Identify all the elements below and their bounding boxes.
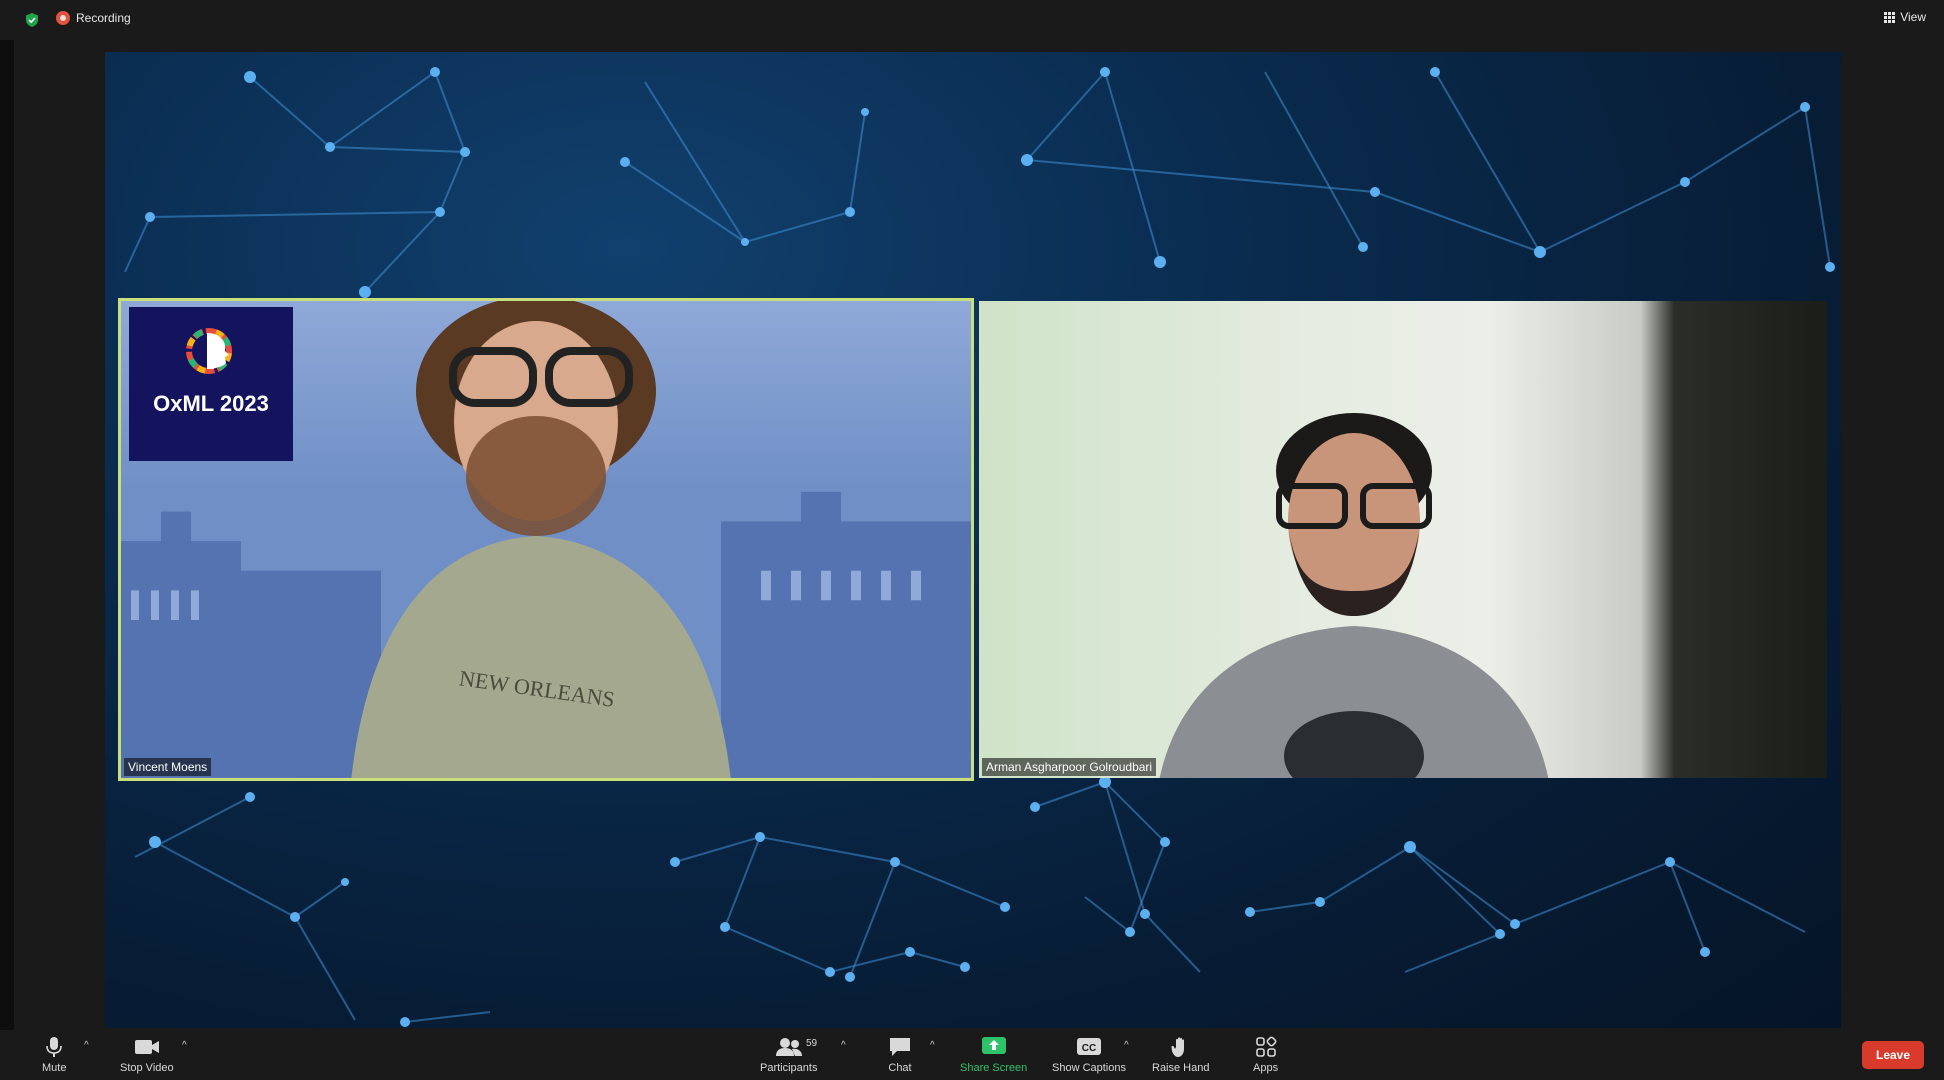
oxml-logo-overlay: OxML 2023 xyxy=(129,307,293,461)
apps-label: Apps xyxy=(1253,1062,1279,1074)
meeting-controls-toolbar: Mute ^ Stop Video ^ Participants 59 ^ Ch… xyxy=(0,1030,1944,1080)
participants-icon xyxy=(775,1038,802,1056)
view-label: View xyxy=(1900,10,1926,24)
video-camera-icon xyxy=(134,1040,159,1054)
raise-hand-button[interactable]: Raise Hand xyxy=(1152,1036,1209,1074)
shield-check-icon[interactable] xyxy=(24,12,40,28)
grid-view-icon xyxy=(1884,11,1896,23)
chat-button[interactable]: Chat xyxy=(888,1036,912,1074)
participant-video-tile[interactable]: Arman Asgharpoor Golroudbari xyxy=(979,301,1827,778)
share-screen-icon xyxy=(981,1037,1006,1054)
leave-button[interactable]: Leave xyxy=(1862,1041,1924,1069)
oxml-logo-text: OxML 2023 xyxy=(153,391,269,416)
apps-button[interactable]: Apps xyxy=(1253,1036,1278,1074)
recording-dot-icon xyxy=(56,11,70,25)
share-screen-button[interactable]: Share Screen xyxy=(960,1036,1027,1074)
stop-video-button[interactable]: Stop Video xyxy=(120,1036,174,1074)
chat-bubble-icon xyxy=(890,1038,910,1056)
chat-label: Chat xyxy=(888,1062,912,1074)
participant-name-tag: Arman Asgharpoor Golroudbari xyxy=(982,758,1157,776)
participants-count: 59 xyxy=(806,1038,818,1049)
participant-video-tile-active-speaker[interactable]: NEW ORLEANS OxML 2023 Vincent Moens xyxy=(118,298,974,781)
mute-button[interactable]: Mute xyxy=(42,1036,66,1074)
recording-indicator[interactable]: Recording xyxy=(56,11,131,25)
raise-hand-icon xyxy=(1171,1037,1184,1057)
participants-label: Participants xyxy=(760,1062,818,1074)
recording-label: Recording xyxy=(76,11,131,25)
closed-captions-icon: CC xyxy=(1077,1038,1101,1055)
raise-hand-label: Raise Hand xyxy=(1152,1062,1210,1074)
participant-name-tag: Vincent Moens xyxy=(124,758,212,776)
stop-video-label: Stop Video xyxy=(120,1062,174,1074)
participant-video-person xyxy=(1159,413,1549,778)
chat-options-caret[interactable]: ^ xyxy=(930,1040,935,1051)
show-captions-button[interactable]: CC Show Captions xyxy=(1052,1036,1126,1074)
participants-options-caret[interactable]: ^ xyxy=(841,1040,846,1051)
video-options-caret[interactable]: ^ xyxy=(182,1040,187,1051)
window-edge xyxy=(0,0,14,1080)
participant-video-person: NEW ORLEANS xyxy=(351,301,731,778)
meeting-top-bar: Recording View xyxy=(0,0,1944,40)
view-button[interactable]: View xyxy=(1884,10,1926,24)
apps-icon xyxy=(1255,1036,1276,1057)
captions-options-caret[interactable]: ^ xyxy=(1124,1040,1129,1051)
microphone-icon xyxy=(46,1037,63,1057)
oxml-logo-icon xyxy=(186,328,232,374)
captions-glyph: CC xyxy=(1082,1043,1096,1054)
share-screen-label: Share Screen xyxy=(960,1062,1028,1074)
mute-label: Mute xyxy=(42,1062,67,1074)
show-captions-label: Show Captions xyxy=(1052,1062,1126,1074)
audio-options-caret[interactable]: ^ xyxy=(84,1040,89,1051)
